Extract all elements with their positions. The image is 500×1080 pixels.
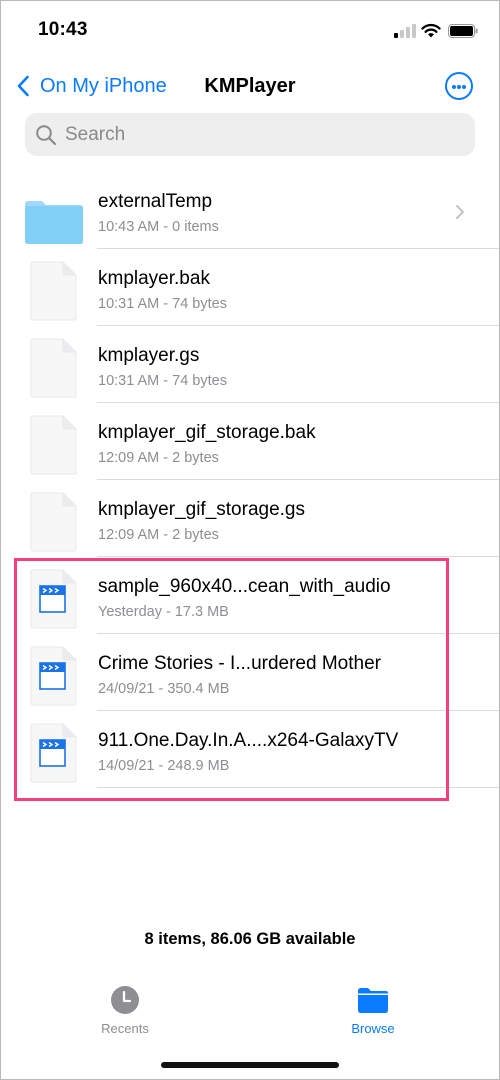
file-name: kmplayer_gif_storage.bak (98, 422, 316, 443)
video-file-icon (25, 569, 83, 629)
file-row[interactable]: kmplayer_gif_storage.bak 12:09 AM - 2 byt… (0, 403, 500, 480)
home-indicator (161, 1062, 339, 1068)
status-time: 10:43 (38, 19, 88, 40)
file-name: 911.One.Day.In.A....x264-GalaxyTV (98, 730, 399, 751)
battery-icon (448, 24, 478, 38)
folder-icon (358, 988, 388, 1013)
search-icon (36, 124, 57, 145)
page-title: KMPlayer (0, 66, 500, 106)
folder-row[interactable]: externalTemp 10:43 AM - 0 items (0, 172, 500, 249)
file-row[interactable]: kmplayer.bak 10:31 AM - 74 bytes (0, 249, 500, 326)
tab-browse[interactable]: Browse (313, 985, 433, 1045)
file-name: kmplayer.bak (98, 268, 210, 289)
wifi-icon (421, 23, 441, 38)
tab-bar: Recents Browse (0, 985, 500, 1045)
document-icon (25, 261, 83, 321)
file-meta: 12:09 AM - 2 bytes (98, 450, 219, 466)
file-meta: 12:09 AM - 2 bytes (98, 527, 219, 543)
navigation-bar: On My iPhone KMPlayer (0, 66, 500, 106)
file-meta: 10:43 AM - 0 items (98, 219, 219, 235)
file-meta: 24/09/21 - 350.4 MB (98, 681, 230, 697)
file-meta: 10:31 AM - 74 bytes (98, 373, 227, 389)
file-name: kmplayer_gif_storage.gs (98, 499, 305, 520)
file-meta: Yesterday - 17.3 MB (98, 604, 229, 620)
file-name: sample_960x40...cean_with_audio (98, 576, 391, 597)
file-meta: 10:31 AM - 74 bytes (98, 296, 227, 312)
row-divider (97, 787, 500, 788)
file-name: kmplayer.gs (98, 345, 200, 366)
folder-icon (25, 184, 83, 244)
file-row[interactable]: Crime Stories - I...urdered Mother 24/09/… (0, 634, 500, 711)
page-title-text: KMPlayer (204, 75, 296, 97)
tab-recents-label: Recents (101, 1021, 149, 1036)
document-icon (25, 492, 83, 552)
search-field[interactable] (25, 113, 475, 156)
tab-recents[interactable]: Recents (65, 985, 185, 1045)
status-bar: 10:43 (0, 0, 500, 60)
storage-summary: 8 items, 86.06 GB available (144, 930, 356, 948)
file-row[interactable]: sample_960x40...cean_with_audio Yesterday… (0, 557, 500, 634)
chevron-right-icon (455, 204, 465, 220)
cellular-signal-icon (394, 24, 416, 38)
clock-icon (111, 986, 139, 1014)
video-file-icon (25, 723, 83, 783)
file-row[interactable]: kmplayer.gs 10:31 AM - 74 bytes (0, 326, 500, 403)
document-icon (25, 338, 83, 398)
file-row[interactable]: 911.One.Day.In.A....x264-GalaxyTV 14/09/2… (0, 711, 500, 788)
file-name: externalTemp (98, 191, 213, 212)
tab-browse-label: Browse (351, 1021, 395, 1036)
video-file-icon (25, 646, 83, 706)
search-input[interactable] (65, 123, 445, 146)
more-options-button[interactable] (445, 72, 473, 100)
file-meta: 14/09/21 - 248.9 MB (98, 758, 230, 774)
file-list: externalTemp 10:43 AM - 0 items kmplayer.b… (0, 172, 500, 788)
file-name: Crime Stories - I...urdered Mother (98, 653, 381, 674)
document-icon (25, 415, 83, 475)
file-row[interactable]: kmplayer_gif_storage.gs 12:09 AM - 2 byte… (0, 480, 500, 557)
